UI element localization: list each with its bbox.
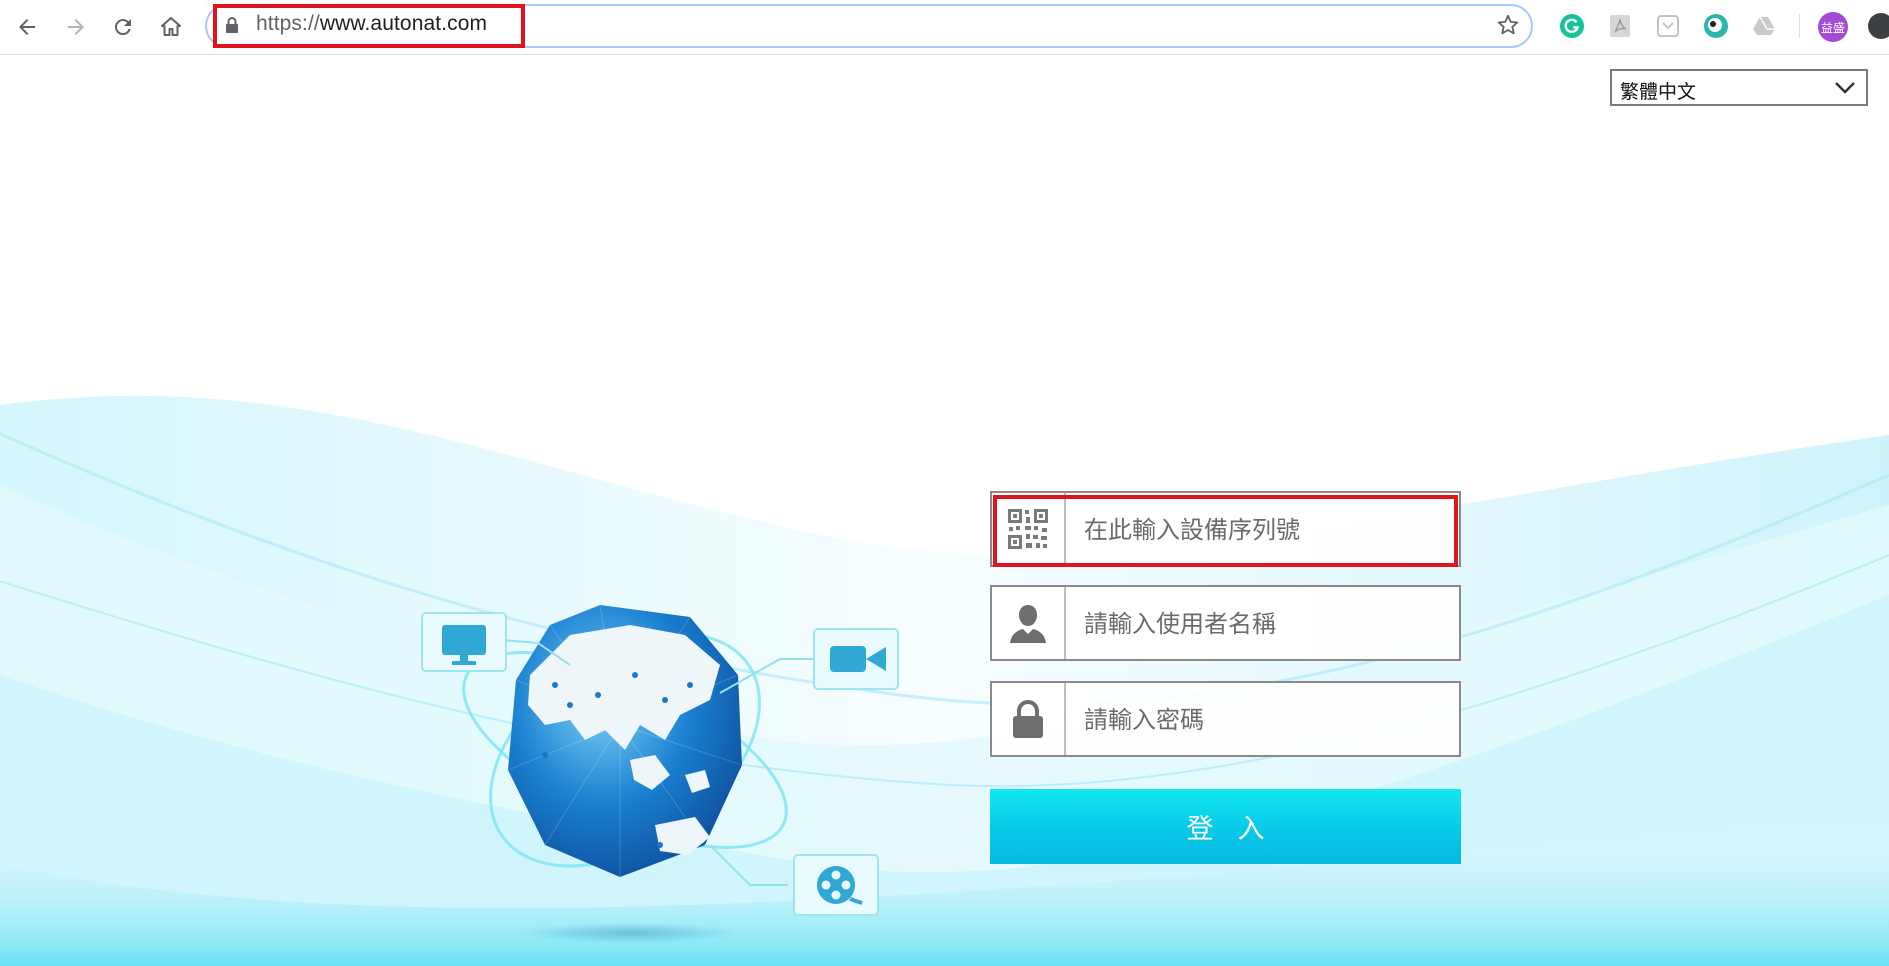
language-selected-value: 繁體中文 bbox=[1620, 81, 1697, 103]
username-input[interactable] bbox=[1082, 603, 1446, 645]
chevron-down-icon bbox=[1835, 82, 1855, 94]
globe-illustration bbox=[421, 604, 899, 943]
back-button[interactable] bbox=[10, 10, 44, 44]
background-waves bbox=[0, 395, 1889, 966]
grammarly-icon[interactable] bbox=[1559, 13, 1585, 39]
user-icon bbox=[1010, 605, 1046, 643]
login-button[interactable]: 登入 bbox=[990, 789, 1461, 864]
bookmark-star-icon[interactable] bbox=[1496, 13, 1520, 37]
username-icon-cell bbox=[992, 587, 1066, 659]
extension-icon[interactable] bbox=[1868, 13, 1889, 39]
pocket-icon[interactable] bbox=[1655, 13, 1681, 39]
toolbar-divider bbox=[1799, 14, 1800, 38]
qr-code-icon bbox=[1008, 509, 1048, 549]
serial-number-input[interactable] bbox=[1082, 509, 1446, 551]
home-icon bbox=[161, 17, 181, 36]
login-page: 繁體中文 在此輸入設備序列號 請輸入使用者名稱 登入 bbox=[0, 55, 1889, 966]
reload-button[interactable] bbox=[106, 10, 140, 44]
drive-icon[interactable] bbox=[1751, 13, 1777, 39]
password-field bbox=[990, 681, 1461, 757]
password-icon-cell bbox=[992, 683, 1066, 755]
url-highlight-box bbox=[213, 4, 525, 48]
username-field bbox=[990, 585, 1461, 661]
browser-toolbar: https://www.autonat.com 益盛 bbox=[0, 0, 1889, 55]
lock-icon bbox=[1013, 700, 1043, 738]
language-select[interactable]: 繁體中文 bbox=[1610, 69, 1868, 106]
serial-icon-cell bbox=[992, 493, 1066, 565]
puffin-icon[interactable] bbox=[1703, 13, 1729, 39]
password-input[interactable] bbox=[1082, 699, 1446, 741]
home-button[interactable] bbox=[154, 10, 188, 44]
forward-button[interactable] bbox=[59, 10, 93, 44]
pdf-icon[interactable] bbox=[1607, 13, 1633, 39]
serial-number-field bbox=[990, 491, 1461, 567]
back-arrow-icon bbox=[19, 19, 35, 35]
reload-icon bbox=[114, 19, 131, 36]
profile-avatar[interactable]: 益盛 bbox=[1818, 12, 1848, 42]
forward-arrow-icon bbox=[68, 19, 84, 35]
